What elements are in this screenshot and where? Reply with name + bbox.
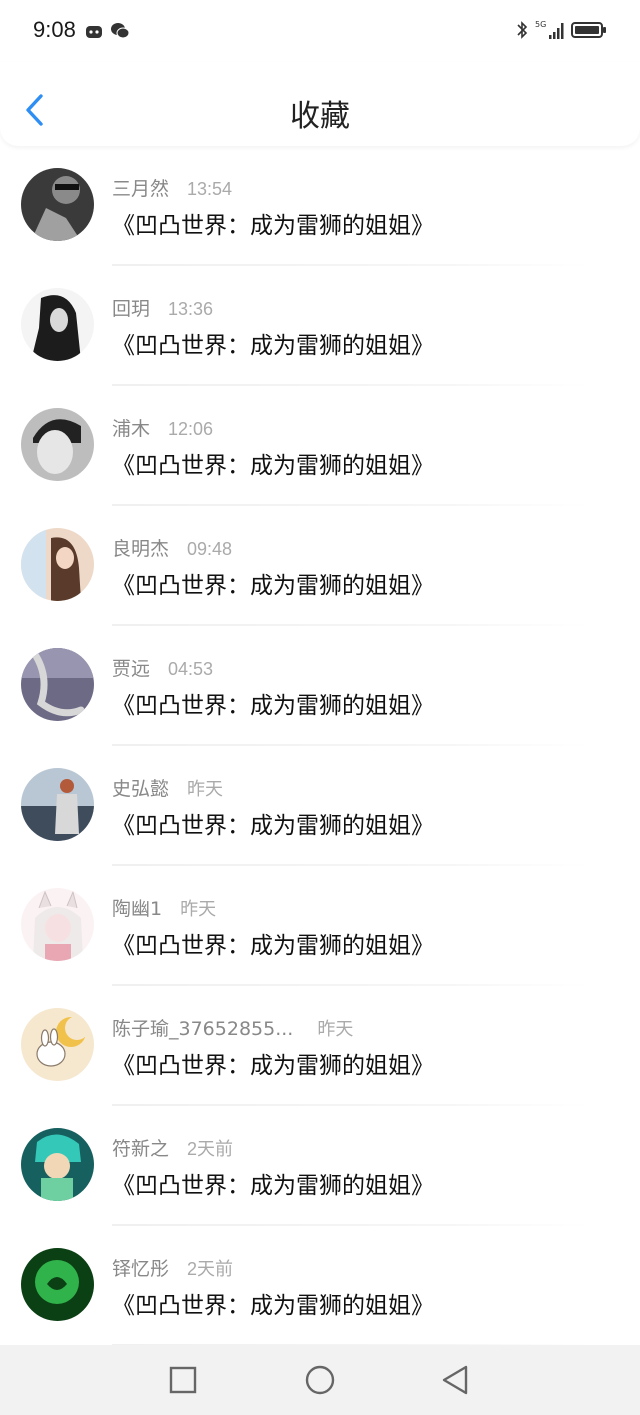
status-bar: 9:08 5G [0,0,640,62]
timestamp: 13:54 [187,179,233,199]
item-meta: 回玥 13:36 [112,294,213,322]
username[interactable]: 符新之 [112,1134,169,1161]
home-button[interactable] [303,1363,337,1397]
list-item[interactable]: 三月然 13:54 《凹凸世界：成为雷狮的姐姐》 [0,146,640,266]
avatar[interactable] [21,768,94,841]
square-icon [169,1366,197,1394]
item-meta: 贾远 04:53 [112,654,213,682]
wechat-icon [111,23,130,39]
book-title[interactable]: 《凹凸世界：成为雷狮的姐姐》 [112,686,434,720]
triangle-back-icon [442,1365,468,1395]
username[interactable]: 浦木 [112,414,150,441]
timestamp: 2天前 [187,1139,234,1159]
book-title[interactable]: 《凹凸世界：成为雷狮的姐姐》 [112,566,434,600]
battery-icon [571,22,606,38]
status-left-icons [84,21,130,41]
username[interactable]: 史弘懿 [112,774,169,801]
book-title[interactable]: 《凹凸世界：成为雷狮的姐姐》 [112,1046,434,1080]
timestamp: 昨天 [180,899,217,919]
svg-text:5G: 5G [535,20,546,29]
avatar[interactable] [21,1008,94,1081]
item-meta: 符新之 2天前 [112,1134,233,1162]
avatar[interactable] [21,288,94,361]
item-meta: 良明杰 09:48 [112,534,232,562]
username[interactable]: 陶幽1 [112,894,162,921]
avatar-image [21,288,94,361]
book-title[interactable]: 《凹凸世界：成为雷狮的姐姐》 [112,206,434,240]
timestamp: 09:48 [187,539,233,559]
item-meta: 陈子瑜_37652855... 昨天 [112,1014,353,1042]
timestamp: 12:06 [168,419,214,439]
username[interactable]: 贾远 [112,654,150,681]
avatar-image [21,408,94,481]
list-item[interactable]: 陈子瑜_37652855... 昨天 《凹凸世界：成为雷狮的姐姐》 [0,986,640,1106]
item-meta: 陶幽1 昨天 [112,894,216,922]
circle-icon [305,1365,335,1395]
avatar-image [21,528,94,601]
recent-apps-button[interactable] [166,1363,200,1397]
header: 收藏 [0,62,640,146]
avatar-image [21,768,94,841]
book-title[interactable]: 《凹凸世界：成为雷狮的姐姐》 [112,326,434,360]
timestamp: 2天前 [187,1259,234,1279]
list-item[interactable]: 浦木 12:06 《凹凸世界：成为雷狮的姐姐》 [0,386,640,506]
book-title[interactable]: 《凹凸世界：成为雷狮的姐姐》 [112,446,434,480]
list-item[interactable]: 铎忆彤 2天前 《凹凸世界：成为雷狮的姐姐》 [0,1226,640,1346]
list-item[interactable]: 良明杰 09:48 《凹凸世界：成为雷狮的姐姐》 [0,506,640,626]
page-title: 收藏 [290,99,350,134]
list-item[interactable]: 符新之 2天前 《凹凸世界：成为雷狮的姐姐》 [0,1106,640,1226]
avatar-image [21,888,94,961]
username[interactable]: 回玥 [112,294,150,321]
avatar-image [21,1128,94,1201]
avatar-image [21,648,94,721]
navigation-bar [0,1345,640,1415]
favorites-list: 三月然 13:54 《凹凸世界：成为雷狮的姐姐》 回玥 13:36 《凹凸世界：… [0,146,640,1346]
book-title[interactable]: 《凹凸世界：成为雷狮的姐姐》 [112,926,434,960]
book-title[interactable]: 《凹凸世界：成为雷狮的姐姐》 [112,1166,434,1200]
item-meta: 浦木 12:06 [112,414,213,442]
timestamp: 13:36 [168,299,214,319]
game-controller-icon [86,26,102,38]
status-time: 9:08 [33,17,76,42]
avatar[interactable] [21,1248,94,1321]
book-title[interactable]: 《凹凸世界：成为雷狮的姐姐》 [112,806,434,840]
signal-5g-icon: 5G [535,20,564,39]
avatar[interactable] [21,888,94,961]
list-item[interactable]: 贾远 04:53 《凹凸世界：成为雷狮的姐姐》 [0,626,640,746]
item-meta: 三月然 13:54 [112,174,232,202]
username[interactable]: 良明杰 [112,534,169,561]
avatar[interactable] [21,408,94,481]
timestamp: 昨天 [317,1019,354,1039]
avatar-image [21,1008,94,1081]
list-item[interactable]: 陶幽1 昨天 《凹凸世界：成为雷狮的姐姐》 [0,866,640,986]
book-title[interactable]: 《凹凸世界：成为雷狮的姐姐》 [112,1286,434,1320]
item-meta: 铎忆彤 2天前 [112,1254,233,1282]
back-nav-button[interactable] [438,1363,472,1397]
status-right-icons: 5G [515,19,607,41]
username[interactable]: 陈子瑜_37652855... [112,1014,293,1041]
avatar[interactable] [21,648,94,721]
list-item[interactable]: 史弘懿 昨天 《凹凸世界：成为雷狮的姐姐》 [0,746,640,866]
avatar[interactable] [21,1128,94,1201]
avatar-image [21,168,94,241]
timestamp: 04:53 [168,659,214,679]
username[interactable]: 铎忆彤 [112,1254,169,1281]
bluetooth-icon [517,21,528,39]
item-meta: 史弘懿 昨天 [112,774,223,802]
username[interactable]: 三月然 [112,174,169,201]
timestamp: 昨天 [187,779,224,799]
avatar[interactable] [21,528,94,601]
avatar[interactable] [21,168,94,241]
list-item[interactable]: 回玥 13:36 《凹凸世界：成为雷狮的姐姐》 [0,266,640,386]
avatar-image [21,1248,94,1321]
